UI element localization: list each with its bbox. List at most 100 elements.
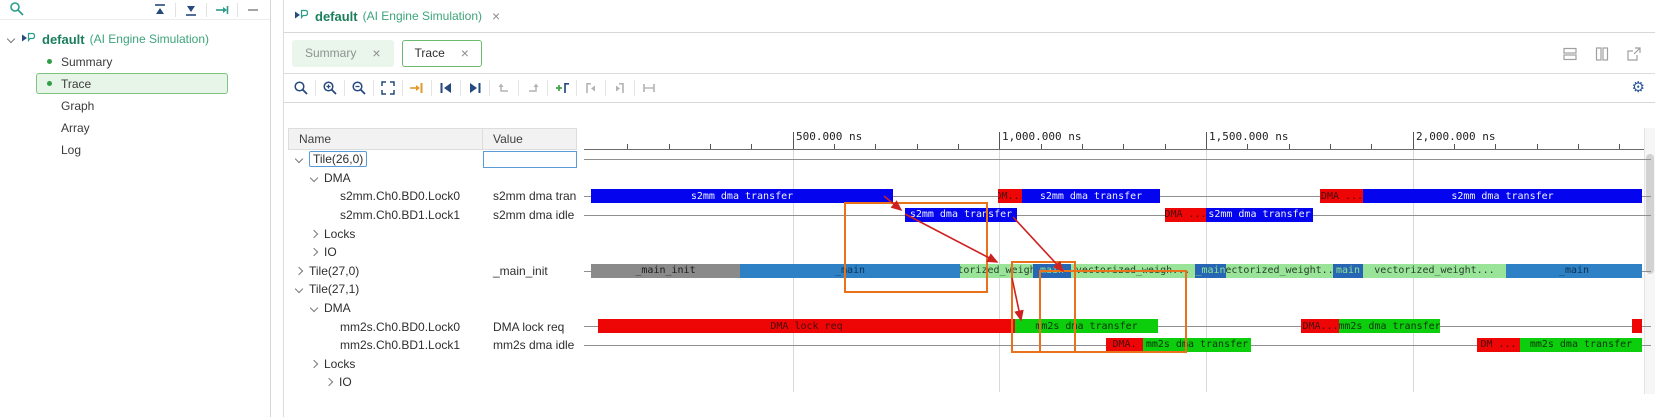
previous-transition-icon[interactable]: [493, 79, 515, 97]
name-cell[interactable]: mm2s.Ch0.BD0.Lock0: [288, 317, 483, 336]
chevron-down-icon[interactable]: [295, 285, 303, 293]
chevron-down-icon[interactable]: [310, 174, 318, 182]
split-vertical-icon[interactable]: [1591, 45, 1613, 63]
wave-segment[interactable]: s2mm dma transfer: [591, 189, 893, 203]
wave-segment[interactable]: DMA ...: [1165, 208, 1206, 222]
value-cell[interactable]: [483, 243, 577, 262]
add-marker-icon[interactable]: [551, 79, 573, 97]
tree-item-summary[interactable]: Summary: [36, 51, 228, 72]
wave-segment[interactable]: DM ...: [1477, 338, 1520, 352]
wave-segment[interactable]: s2mm dma transfer: [905, 208, 1017, 222]
value-cell[interactable]: [483, 224, 577, 243]
name-cell[interactable]: Tile(27,1): [288, 280, 483, 299]
close-icon[interactable]: ×: [372, 47, 380, 59]
name-cell[interactable]: IO: [288, 373, 483, 392]
value-cell[interactable]: [483, 169, 577, 188]
tree-item-trace[interactable]: Trace: [36, 73, 228, 94]
zoom-icon[interactable]: [290, 79, 312, 97]
value-cell[interactable]: [483, 299, 577, 318]
view-tab-summary[interactable]: Summary×: [292, 40, 394, 67]
zoom-in-icon[interactable]: [319, 79, 341, 97]
minimize-icon[interactable]: [242, 1, 264, 19]
wave-segment[interactable]: s2mm dma transfer: [1206, 208, 1313, 222]
chevron-down-icon[interactable]: [295, 155, 303, 163]
value-cell[interactable]: mm2s dma idle: [483, 336, 577, 355]
settings-gear-icon[interactable]: ⚙: [1632, 79, 1645, 97]
chevron-right-icon[interactable]: [295, 267, 303, 275]
next-marker-icon[interactable]: [609, 79, 631, 97]
wave-segment[interactable]: vectorized_weigh...: [960, 264, 1033, 278]
wave-segment[interactable]: DMA lock req: [598, 319, 1015, 333]
search-icon[interactable]: [6, 0, 28, 18]
chevron-right-icon[interactable]: [310, 360, 318, 368]
tree-item-array[interactable]: Array: [36, 117, 228, 138]
value-cell[interactable]: [483, 355, 577, 374]
value-cell[interactable]: [483, 280, 577, 299]
go-to-time-icon[interactable]: [406, 79, 428, 97]
wave-segment[interactable]: main: [1333, 264, 1363, 278]
sync-icon[interactable]: [211, 1, 233, 19]
wave-segment[interactable]: _main_init: [591, 264, 740, 278]
name-cell[interactable]: Tile(27,0): [288, 262, 483, 281]
go-to-start-icon[interactable]: [435, 79, 457, 97]
wave-segment[interactable]: mm2s dma transfer: [1339, 319, 1440, 333]
view-tab-trace[interactable]: Trace×: [402, 40, 482, 67]
close-icon[interactable]: ×: [461, 47, 469, 59]
wave-segment[interactable]: mm2s dma transfer: [1015, 319, 1158, 333]
fit-markers-icon[interactable]: [638, 79, 660, 97]
chevron-right-icon[interactable]: [310, 248, 318, 256]
go-to-end-icon[interactable]: [464, 79, 486, 97]
name-cell[interactable]: Tile(26,0): [288, 150, 483, 169]
wave-segment[interactable]: DMA ...: [1320, 189, 1364, 203]
name-cell[interactable]: Locks: [288, 355, 483, 374]
tree-root-default[interactable]: default (AI Engine Simulation): [0, 28, 270, 50]
timeline-ruler[interactable]: 500.000 ns1,000.000 ns1,500.000 ns2,000.…: [584, 128, 1655, 150]
previous-marker-icon[interactable]: [580, 79, 602, 97]
wave-segment[interactable]: _main: [740, 264, 960, 278]
split-horizontal-icon[interactable]: [1559, 45, 1581, 63]
doc-tab-default[interactable]: default (AI Engine Simulation) ×: [284, 0, 514, 32]
next-transition-icon[interactable]: [522, 79, 544, 97]
wave-segment[interactable]: s2mm dma transfer: [1363, 189, 1642, 203]
wave-segment[interactable]: DMA...: [1301, 319, 1340, 333]
tree-item-log[interactable]: Log: [36, 139, 228, 160]
open-in-new-window-icon[interactable]: [1623, 45, 1645, 63]
wave-segment[interactable]: DM...: [998, 189, 1023, 203]
wave-segment[interactable]: mm2s dma transfer: [1520, 338, 1642, 352]
value-cell[interactable]: _main_init: [483, 262, 577, 281]
name-cell[interactable]: IO: [288, 243, 483, 262]
value-cell[interactable]: s2mm dma idle: [483, 206, 577, 225]
chevron-down-icon[interactable]: [7, 35, 15, 43]
value-column-header[interactable]: Value: [483, 128, 577, 150]
zoom-fit-icon[interactable]: [377, 79, 399, 97]
value-cell[interactable]: s2mm dma trans: [483, 187, 577, 206]
wave-segment[interactable]: DMA.: [1106, 338, 1143, 352]
name-cell[interactable]: s2mm.Ch0.BD1.Lock1: [288, 206, 483, 225]
name-cell[interactable]: DMA: [288, 169, 483, 188]
name-cell[interactable]: Locks: [288, 224, 483, 243]
wave-segment[interactable]: vectorized_weigh...: [1071, 264, 1195, 278]
wave-segment[interactable]: s2mm dma transfer: [1022, 189, 1160, 203]
wave-segment[interactable]: _main: [1195, 264, 1226, 278]
name-cell[interactable]: s2mm.Ch0.BD0.Lock0: [288, 187, 483, 206]
chevron-down-icon[interactable]: [310, 304, 318, 312]
chevron-right-icon[interactable]: [310, 229, 318, 237]
collapse-all-icon[interactable]: [149, 1, 171, 19]
wave-segment[interactable]: main: [1033, 264, 1071, 278]
value-cell[interactable]: [483, 151, 577, 168]
name-cell[interactable]: mm2s.Ch0.BD1.Lock1: [288, 336, 483, 355]
chevron-right-icon[interactable]: [325, 378, 333, 386]
value-cell[interactable]: DMA lock req: [483, 317, 577, 336]
name-column-header[interactable]: Name: [288, 128, 483, 150]
value-cell[interactable]: [483, 373, 577, 392]
name-cell[interactable]: DMA: [288, 299, 483, 318]
zoom-out-icon[interactable]: [348, 79, 370, 97]
tree-item-graph[interactable]: Graph: [36, 95, 228, 116]
expand-all-icon[interactable]: [180, 1, 202, 19]
wave-segment[interactable]: vectorized_weight...: [1363, 264, 1506, 278]
wave-segment[interactable]: vectorized_weight...: [1226, 264, 1333, 278]
wave-segment[interactable]: [1632, 319, 1642, 333]
close-icon[interactable]: ×: [492, 10, 500, 22]
wave-segment[interactable]: mm2s dma transfer: [1143, 338, 1251, 352]
wave-segment[interactable]: _main: [1506, 264, 1642, 278]
